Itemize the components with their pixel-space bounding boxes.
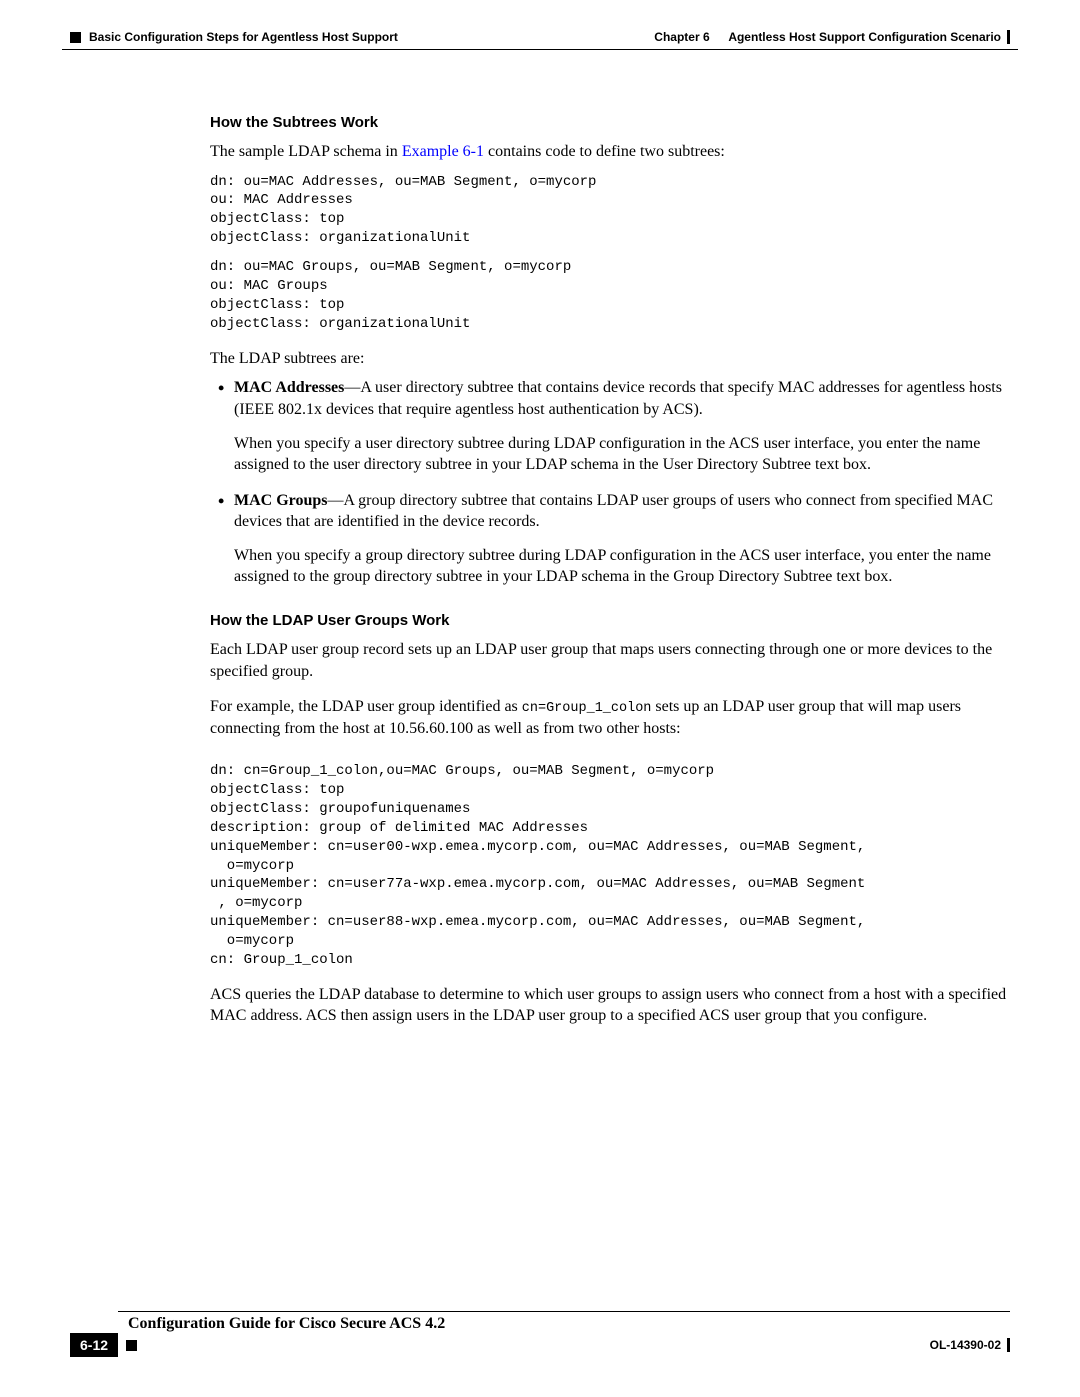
bullet-content: MAC Groups—A group directory subtree tha… [234,490,1010,588]
header-left: Basic Configuration Steps for Agentless … [70,30,398,44]
footer-doc-id: OL-14390-02 [930,1338,1001,1352]
footer-right: OL-14390-02 [930,1338,1010,1352]
header-section-title: Basic Configuration Steps for Agentless … [89,30,398,44]
header-square-icon [70,32,81,43]
groups-para3: ACS queries the LDAP database to determi… [210,984,1010,1027]
content-area: How the Subtrees Work The sample LDAP sc… [210,114,1010,1027]
header-rule [62,49,1018,50]
bullet-para2: When you specify a group directory subtr… [234,545,1010,588]
para2-inline-code: cn=Group_1_colon [522,701,652,716]
bullet-icon: • [210,490,234,588]
page-number: 6-12 [70,1333,118,1357]
section-heading-subtrees: How the Subtrees Work [210,114,1010,131]
groups-para1: Each LDAP user group record sets up an L… [210,639,1010,682]
intro-paragraph: The sample LDAP schema in Example 6-1 co… [210,141,1010,163]
subtrees-intro: The LDAP subtrees are: [210,348,1010,370]
footer-square-icon [126,1340,137,1351]
footer-bar-icon [1007,1338,1010,1352]
bullet-para2: When you specify a user directory subtre… [234,433,1010,476]
bullet-icon: • [210,377,234,475]
section-heading-groups: How the LDAP User Groups Work [210,612,1010,629]
page-container: Basic Configuration Steps for Agentless … [0,0,1080,1397]
bullet-term: MAC Addresses [234,379,344,396]
header-chapter-title: Agentless Host Support Configuration Sce… [728,30,1001,44]
code-block-2: dn: ou=MAC Groups, ou=MAB Segment, o=myc… [210,258,1010,334]
bullet-desc: —A group directory subtree that contains… [234,492,993,531]
code-block-3: dn: cn=Group_1_colon,ou=MAC Groups, ou=M… [210,762,1010,970]
para2-prefix: For example, the LDAP user group identif… [210,698,522,715]
header-right: Chapter 6 Agentless Host Support Configu… [654,30,1010,44]
page-header: Basic Configuration Steps for Agentless … [70,30,1010,44]
list-item: • MAC Addresses—A user directory subtree… [210,377,1010,475]
footer-doc-title: Configuration Guide for Cisco Secure ACS… [128,1315,1010,1333]
intro-prefix: The sample LDAP schema in [210,143,402,160]
list-item: • MAC Groups—A group directory subtree t… [210,490,1010,588]
bullet-list: • MAC Addresses—A user directory subtree… [210,377,1010,588]
bullet-content: MAC Addresses—A user directory subtree t… [234,377,1010,475]
bullet-term: MAC Groups [234,492,328,509]
footer-row: 6-12 OL-14390-02 [70,1333,1010,1357]
intro-suffix: contains code to define two subtrees: [484,143,725,160]
bullet-desc: —A user directory subtree that contains … [234,379,1002,418]
header-chapter-label: Chapter 6 [654,30,709,44]
footer-left: 6-12 [70,1333,137,1357]
page-footer: Configuration Guide for Cisco Secure ACS… [70,1311,1010,1357]
footer-rule [118,1311,1010,1312]
example-link[interactable]: Example 6-1 [402,143,484,160]
code-block-1: dn: ou=MAC Addresses, ou=MAB Segment, o=… [210,173,1010,249]
groups-para2: For example, the LDAP user group identif… [210,696,1010,740]
header-bar-icon [1007,30,1010,44]
